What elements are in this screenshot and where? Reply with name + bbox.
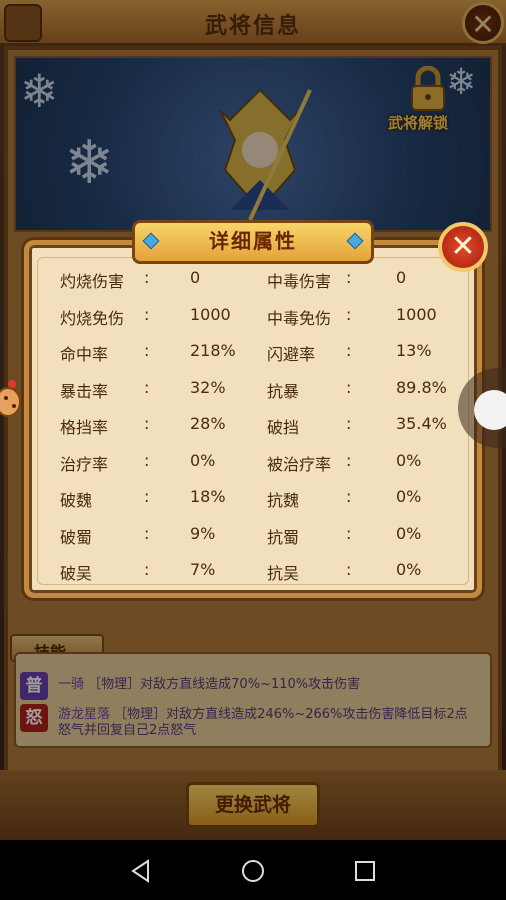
close-icon[interactable]: ✕ bbox=[438, 222, 488, 272]
gem-icon bbox=[142, 232, 160, 250]
attribute-value: 0% bbox=[396, 450, 422, 470]
attribute-label: 破蜀 bbox=[60, 527, 93, 547]
separator-colon: : bbox=[346, 414, 352, 433]
gem-icon bbox=[346, 232, 364, 250]
attribute-label: 破挡 bbox=[267, 418, 300, 437]
attribute-label: 格挡率 bbox=[60, 418, 109, 437]
attribute-row: 格挡率 28% 破挡 35.4%:: bbox=[60, 414, 460, 438]
separator-colon: : bbox=[346, 560, 352, 579]
separator-colon: : bbox=[346, 304, 352, 324]
attribute-row: 破蜀 9% 抗蜀 0%:: bbox=[60, 524, 460, 548]
back-triangle-icon[interactable] bbox=[128, 858, 154, 884]
attribute-value: 0 bbox=[396, 268, 407, 287]
recent-square-icon[interactable] bbox=[352, 858, 378, 884]
attribute-label: 治疗率 bbox=[60, 454, 109, 474]
separator-colon: : bbox=[144, 523, 150, 543]
attribute-label: 抗魏 bbox=[267, 491, 300, 510]
attribute-value: 0% bbox=[396, 560, 422, 579]
attribute-label: 中毒伤害 bbox=[267, 272, 332, 291]
attribute-label: 抗暴 bbox=[267, 381, 300, 401]
attribute-value: 0 bbox=[190, 268, 201, 287]
attribute-value: 1000 bbox=[190, 304, 231, 324]
attribute-label: 命中率 bbox=[60, 345, 109, 364]
attribute-label: 破吴 bbox=[60, 564, 93, 583]
android-nav-bar bbox=[0, 840, 506, 900]
attribute-row: 暴击率 32% 抗暴 89.8%:: bbox=[60, 378, 460, 402]
assistive-dot-icon[interactable] bbox=[474, 390, 506, 430]
attribute-label: 破魏 bbox=[60, 491, 93, 510]
attribute-label: 抗蜀 bbox=[267, 527, 300, 547]
attribute-row: 命中率 218% 闪避率 13%:: bbox=[60, 341, 460, 365]
home-circle-icon[interactable] bbox=[240, 858, 266, 884]
separator-colon: : bbox=[346, 450, 352, 470]
separator-colon: : bbox=[144, 450, 150, 470]
attribute-value: 218% bbox=[190, 341, 236, 360]
attribute-label: 抗吴 bbox=[267, 564, 300, 583]
attribute-value: 1000 bbox=[396, 304, 437, 324]
attribute-label: 闪避率 bbox=[267, 345, 316, 364]
separator-colon: : bbox=[144, 377, 150, 397]
attribute-value: 32% bbox=[190, 377, 226, 397]
separator-colon: : bbox=[144, 304, 150, 324]
attribute-value: 13% bbox=[396, 341, 432, 360]
attribute-value: 9% bbox=[190, 523, 216, 543]
separator-colon: : bbox=[144, 268, 150, 287]
separator-colon: : bbox=[346, 377, 352, 397]
attribute-value: 0% bbox=[190, 450, 216, 470]
attribute-value: 0% bbox=[396, 523, 422, 543]
attribute-value: 7% bbox=[190, 560, 216, 579]
dialog-title: 详细属性 bbox=[132, 220, 374, 264]
side-pet-icon[interactable] bbox=[0, 378, 22, 420]
attribute-row: 治疗率 0% 被治疗率 0%:: bbox=[60, 451, 460, 475]
attribute-label: 中毒免伤 bbox=[267, 308, 332, 328]
separator-colon: : bbox=[144, 414, 150, 433]
attribute-value: 28% bbox=[190, 414, 226, 433]
attribute-row: 灼烧伤害 0 中毒伤害 0:: bbox=[60, 268, 460, 292]
separator-colon: : bbox=[144, 487, 150, 506]
attribute-row: 破吴 7% 抗吴 0%:: bbox=[60, 560, 460, 584]
attribute-label: 灼烧免伤 bbox=[60, 308, 125, 328]
separator-colon: : bbox=[144, 560, 150, 579]
attribute-value: 18% bbox=[190, 487, 226, 506]
attribute-row: 破魏 18% 抗魏 0%:: bbox=[60, 487, 460, 511]
attribute-value: 35.4% bbox=[396, 414, 447, 433]
separator-colon: : bbox=[346, 523, 352, 543]
attribute-value: 0% bbox=[396, 487, 422, 506]
separator-colon: : bbox=[346, 487, 352, 506]
attribute-row: 灼烧免伤 1000 中毒免伤 1000:: bbox=[60, 305, 460, 329]
attribute-label: 暴击率 bbox=[60, 381, 109, 401]
separator-colon: : bbox=[144, 341, 150, 360]
separator-colon: : bbox=[346, 268, 352, 287]
game-screen: 武将信息 ✕ ❄ ❄ ❄ 武将解锁 技能 普 一骑 ［物理］对敌方直线造成70%… bbox=[0, 0, 506, 840]
attribute-label: 被治疗率 bbox=[267, 454, 332, 474]
attribute-value: 89.8% bbox=[396, 377, 447, 397]
dialog-title-text: 详细属性 bbox=[209, 229, 297, 253]
separator-colon: : bbox=[346, 341, 352, 360]
attribute-label: 灼烧伤害 bbox=[60, 272, 125, 291]
